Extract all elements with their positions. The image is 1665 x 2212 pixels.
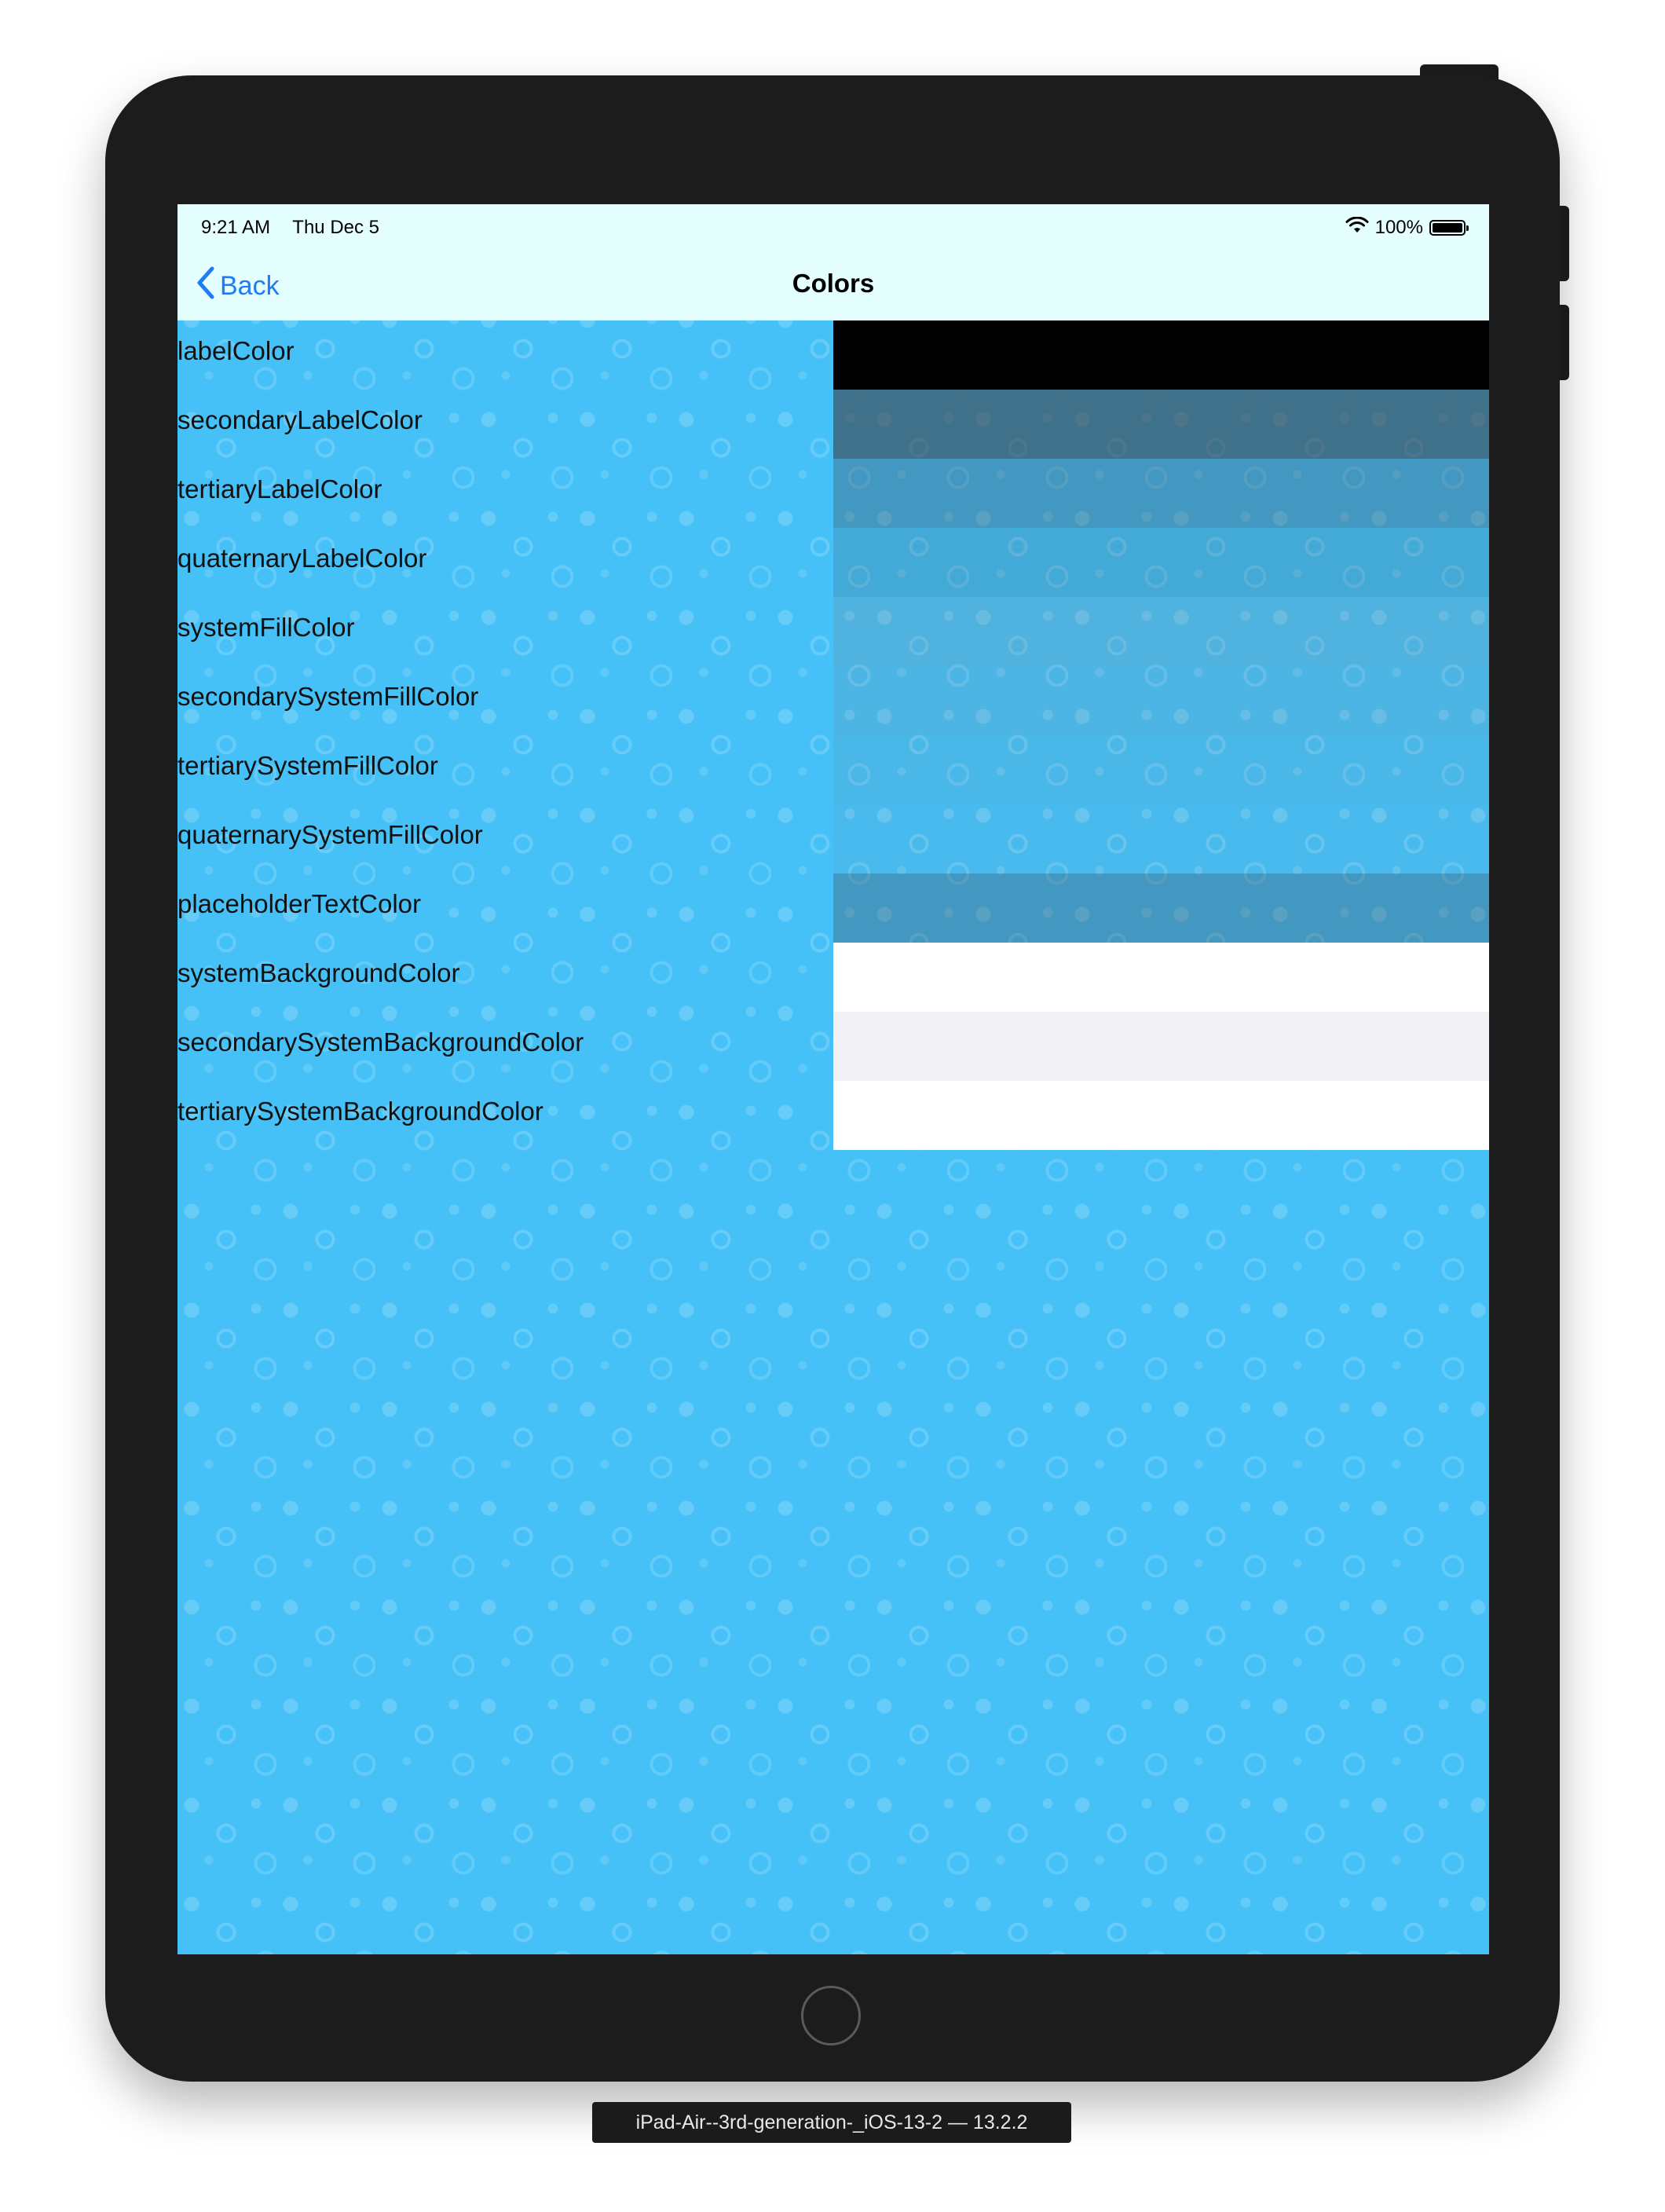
status-time: 9:21 AM: [201, 217, 271, 238]
color-name: quaternaryLabelColor: [177, 544, 427, 573]
device-caption: iPad-Air--3rd-generation-_iOS-13-2 — 13.…: [592, 2102, 1071, 2143]
status-right: 100%: [1345, 216, 1469, 240]
battery-percent: 100%: [1374, 217, 1423, 238]
navigation-bar: Back Colors: [177, 251, 1489, 320]
app-screen: 9:21 AM Thu Dec 5 100% Back Colors label…: [177, 204, 1489, 1954]
color-swatch: [833, 320, 1489, 390]
color-swatch: [833, 459, 1489, 528]
color-row: tertiarySystemBackgroundColor: [177, 1081, 1489, 1150]
volume-down-button: [1558, 305, 1569, 380]
status-bar: 9:21 AM Thu Dec 5 100%: [177, 204, 1489, 251]
color-row: labelColor: [177, 320, 1489, 390]
color-swatch: [833, 597, 1489, 666]
color-swatch: [833, 1081, 1489, 1150]
color-name: tertiaryLabelColor: [177, 474, 382, 504]
volume-up-button: [1558, 206, 1569, 281]
color-swatch: [833, 943, 1489, 1012]
color-name: labelColor: [177, 336, 295, 365]
color-name: systemBackgroundColor: [177, 958, 460, 987]
color-row: secondarySystemFillColor: [177, 666, 1489, 735]
color-row: secondarySystemBackgroundColor: [177, 1012, 1489, 1081]
color-name: secondarySystemBackgroundColor: [177, 1027, 584, 1057]
page-title: Colors: [792, 269, 875, 298]
home-button[interactable]: [801, 1986, 861, 2045]
color-name: tertiarySystemFillColor: [177, 751, 438, 780]
color-row: quaternarySystemFillColor: [177, 804, 1489, 873]
battery-icon: [1429, 220, 1469, 236]
color-row: placeholderTextColor: [177, 873, 1489, 943]
color-name: quaternarySystemFillColor: [177, 820, 483, 849]
color-swatch: [833, 1012, 1489, 1081]
color-swatch: [833, 390, 1489, 459]
color-swatch: [833, 873, 1489, 943]
color-swatch: [833, 804, 1489, 873]
status-left: 9:21 AM Thu Dec 5: [201, 217, 397, 239]
color-row: quaternaryLabelColor: [177, 528, 1489, 597]
color-swatch: [833, 528, 1489, 597]
wifi-icon: [1345, 216, 1369, 240]
color-name: systemFillColor: [177, 613, 355, 642]
color-swatch: [833, 735, 1489, 804]
color-name: secondarySystemFillColor: [177, 682, 479, 711]
color-row: secondaryLabelColor: [177, 390, 1489, 459]
color-row: tertiarySystemFillColor: [177, 735, 1489, 804]
color-name: tertiarySystemBackgroundColor: [177, 1097, 543, 1126]
color-swatch: [833, 666, 1489, 735]
status-date: Thu Dec 5: [292, 217, 380, 238]
color-row: systemBackgroundColor: [177, 943, 1489, 1012]
color-row: systemFillColor: [177, 597, 1489, 666]
color-name: placeholderTextColor: [177, 889, 422, 918]
color-row: tertiaryLabelColor: [177, 459, 1489, 528]
color-name: secondaryLabelColor: [177, 405, 423, 434]
